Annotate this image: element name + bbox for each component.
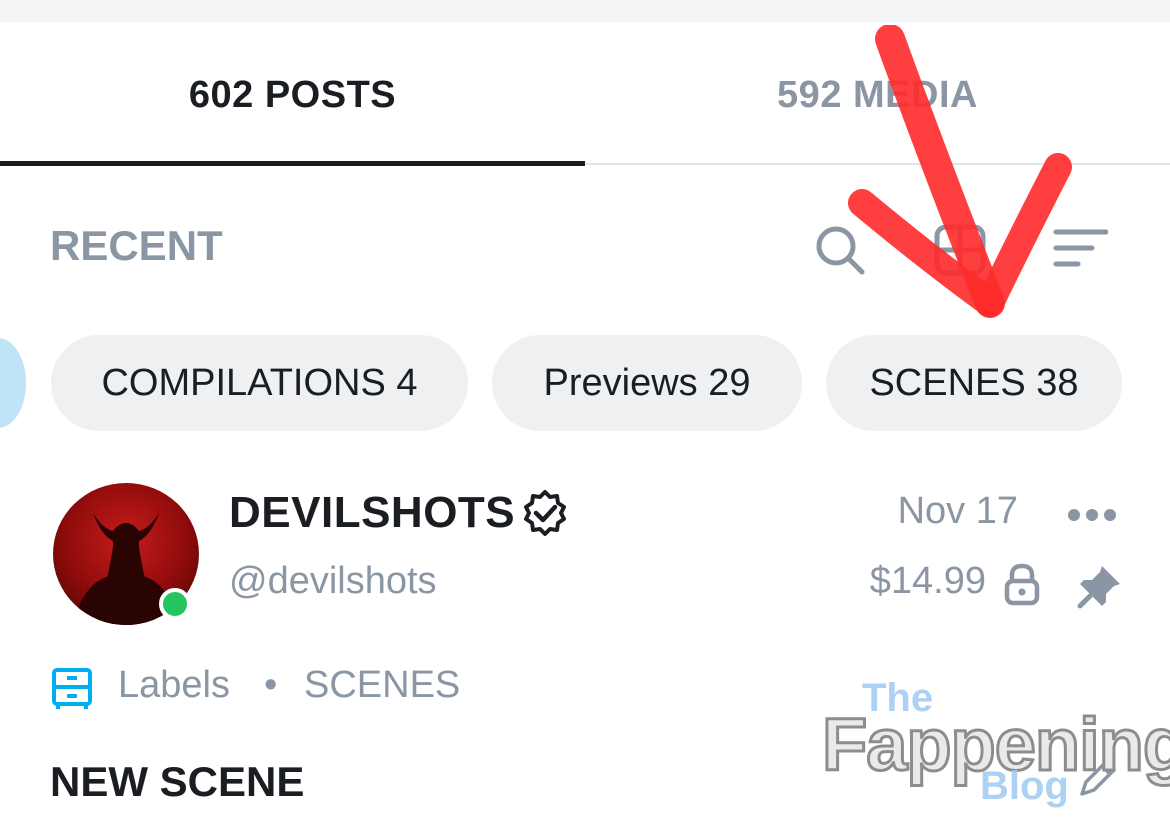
active-tab-indicator	[0, 161, 585, 166]
watermark-line-3: Blog	[980, 764, 1069, 808]
top-strip	[0, 0, 1170, 22]
sort-label-recent[interactable]: RECENT	[50, 222, 223, 270]
lock-icon	[1002, 562, 1042, 606]
pin-icon[interactable]	[1076, 562, 1124, 610]
tab-posts[interactable]: 602 POSTS	[0, 30, 585, 160]
edit-tag-icon[interactable]	[1074, 756, 1120, 802]
labels-separator: •	[264, 664, 278, 706]
label-scenes-link[interactable]: SCENES	[304, 664, 460, 707]
chip-scenes[interactable]: SCENES 38	[826, 335, 1122, 431]
chip-partial-left[interactable]	[0, 338, 26, 428]
tab-media[interactable]: 592 MEDIA	[585, 30, 1170, 160]
post-price: $14.99	[869, 560, 986, 602]
search-icon[interactable]	[812, 222, 868, 278]
chip-previews[interactable]: Previews 29	[492, 335, 802, 431]
author-handle[interactable]: @devilshots	[229, 560, 437, 603]
grid-view-icon[interactable]	[932, 222, 988, 278]
post-date: Nov 17	[897, 490, 1018, 532]
online-status-dot	[159, 588, 191, 620]
labels-drawer-icon	[50, 666, 94, 710]
chip-compilations[interactable]: COMPILATIONS 4	[51, 335, 468, 431]
tab-divider	[585, 163, 1170, 165]
sort-filter-icon[interactable]	[1052, 222, 1109, 278]
author-name[interactable]: DEVILSHOTS	[229, 488, 515, 538]
post-title: NEW SCENE	[50, 758, 305, 805]
verified-badge-icon	[520, 488, 570, 538]
labels-link[interactable]: Labels	[118, 664, 230, 707]
watermark-line-1: The	[862, 676, 934, 720]
more-options-icon[interactable]	[1066, 500, 1118, 530]
